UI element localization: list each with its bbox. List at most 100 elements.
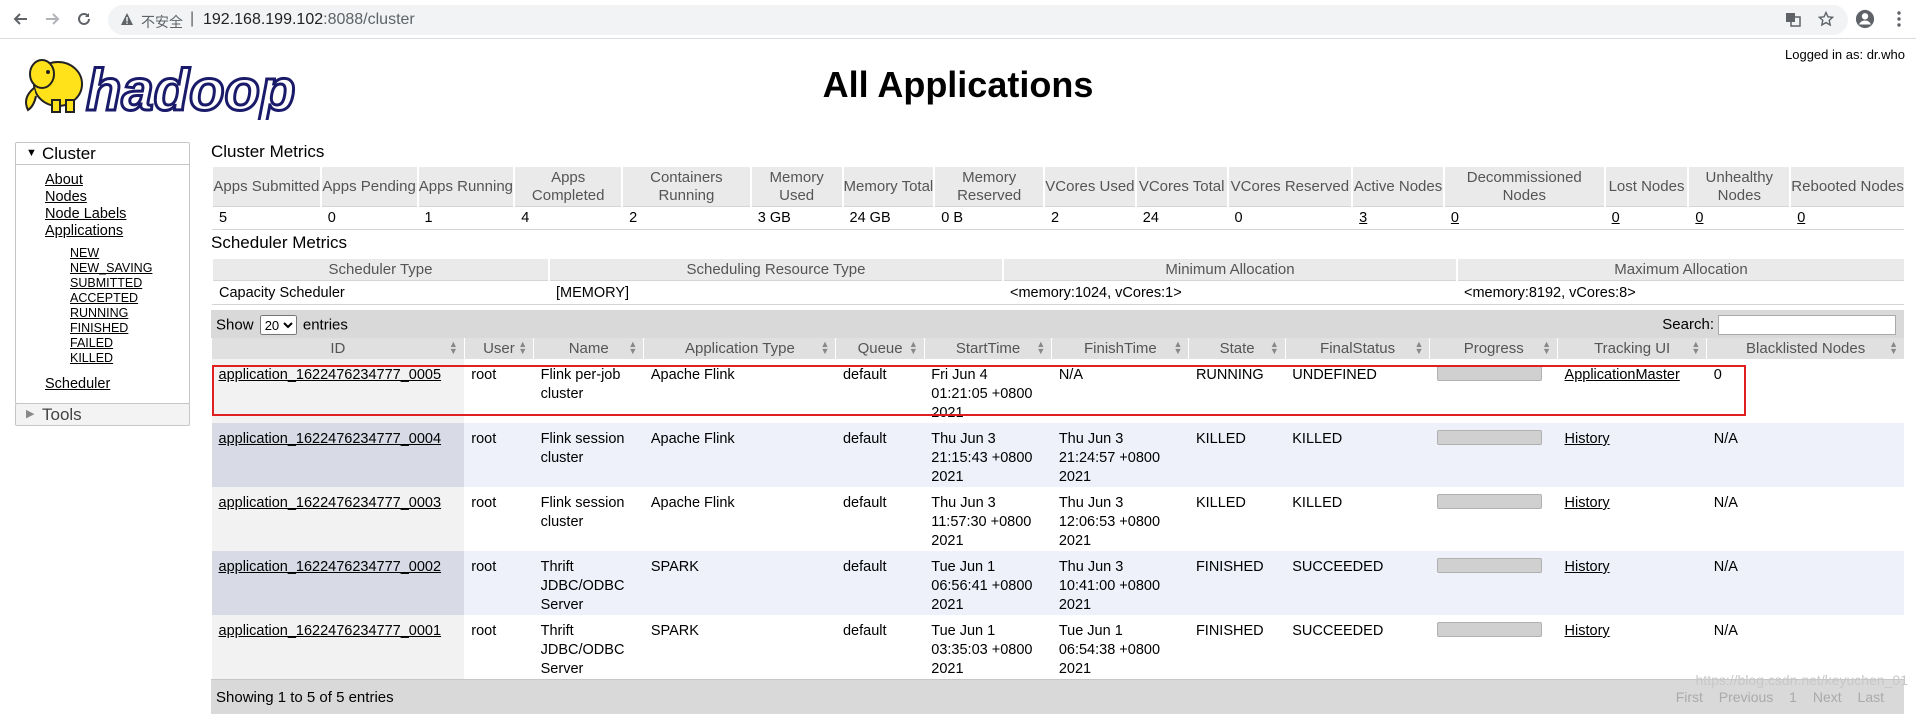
cell-state: KILLED	[1188, 423, 1286, 487]
sidebar-cluster-header[interactable]: ▼ Cluster	[16, 143, 189, 165]
translate-icon[interactable]	[1783, 9, 1803, 29]
app-id-link[interactable]: application_1622476234777_0001	[219, 623, 442, 639]
column-header[interactable]: Queue ▲ ▼	[835, 338, 925, 359]
metric-value-link[interactable]: 0	[1451, 210, 1459, 226]
menu-icon[interactable]	[1889, 9, 1909, 29]
column-header[interactable]: User ▲ ▼	[463, 338, 534, 359]
cell-type: Apache Flink	[643, 487, 836, 551]
star-icon[interactable]	[1816, 9, 1836, 29]
cell-start: Thu Jun 3 21:15:43 +0800 2021	[924, 423, 1052, 487]
cell-final: KILLED	[1285, 423, 1430, 487]
sort-icon[interactable]: ▲ ▼	[1691, 340, 1700, 356]
sidebar-link-scheduler[interactable]: Scheduler	[45, 376, 189, 393]
metric-value-link[interactable]: 0	[1695, 210, 1703, 226]
state-link-accepted[interactable]: ACCEPTED	[70, 291, 189, 306]
metric-value: 5	[212, 206, 321, 230]
column-header[interactable]: Blacklisted Nodes ▲ ▼	[1706, 338, 1904, 359]
pagination-previous[interactable]: Previous	[1719, 689, 1773, 705]
column-header[interactable]: Name ▲ ▼	[533, 338, 644, 359]
sort-icon[interactable]: ▲ ▼	[821, 340, 830, 356]
column-header[interactable]: FinalStatus ▲ ▼	[1284, 338, 1430, 359]
metric-header: Apps Running	[416, 167, 515, 207]
cell-final: SUCCEEDED	[1285, 551, 1430, 615]
cell-type: Apache Flink	[643, 423, 836, 487]
metric-header: VCores Reserved	[1226, 167, 1353, 207]
sort-icon[interactable]: ▲ ▼	[1414, 340, 1423, 356]
search-input[interactable]	[1718, 315, 1896, 335]
state-link-killed[interactable]: KILLED	[70, 351, 189, 366]
column-header[interactable]: StartTime ▲ ▼	[923, 338, 1052, 359]
column-header-label: StartTime	[955, 340, 1021, 357]
column-header[interactable]: Tracking UI ▲ ▼	[1557, 338, 1707, 359]
column-header[interactable]: FinishTime ▲ ▼	[1051, 338, 1189, 359]
address-bar[interactable]: 不安全 | 192.168.199.102:8088/cluster	[108, 5, 1848, 35]
cell-user: root	[464, 551, 534, 615]
apps-table-footer: Showing 1 to 5 of 5 entries First Previo…	[211, 679, 1904, 714]
state-link-running[interactable]: RUNNING	[70, 306, 189, 321]
metric-value-link[interactable]: 0	[1797, 210, 1805, 226]
state-link-submitted[interactable]: SUBMITTED	[70, 276, 189, 291]
sidebar-link-nodes[interactable]: Nodes	[45, 189, 189, 206]
forward-icon[interactable]	[42, 9, 62, 29]
sort-icon[interactable]: ▲ ▼	[1270, 340, 1279, 356]
url-text[interactable]: 192.168.199.102:8088/cluster	[203, 11, 415, 29]
sidebar-link-about[interactable]: About	[45, 172, 189, 189]
profile-icon[interactable]	[1855, 9, 1875, 29]
cell-finish: Thu Jun 3 21:24:57 +0800 2021	[1051, 423, 1189, 487]
column-header[interactable]: ID ▲ ▼	[211, 338, 465, 359]
metric-header: Memory Used	[749, 167, 843, 207]
sort-icon[interactable]: ▲ ▼	[1889, 340, 1898, 356]
column-header[interactable]: Progress ▲ ▼	[1429, 338, 1558, 359]
state-link-failed[interactable]: FAILED	[70, 336, 189, 351]
pagination-next[interactable]: Next	[1813, 689, 1842, 705]
apps-table-toolbar: Show 20 entries Search:	[211, 310, 1904, 338]
progress-bar	[1436, 430, 1542, 445]
sidebar-link-applications[interactable]: Applications	[45, 223, 189, 240]
cell-progress	[1429, 615, 1558, 679]
sidebar-tools-header[interactable]: ▶ Tools	[16, 404, 189, 425]
column-header[interactable]: State ▲ ▼	[1188, 338, 1286, 359]
state-link-finished[interactable]: FINISHED	[70, 321, 189, 336]
tracking-ui-link[interactable]: History	[1565, 559, 1610, 575]
sched-value-type: Capacity Scheduler	[212, 280, 549, 305]
tracking-ui-link[interactable]: History	[1565, 495, 1610, 511]
scheduler-metrics-title: Scheduler Metrics	[211, 233, 348, 252]
sort-icon[interactable]: ▲ ▼	[909, 340, 918, 356]
app-id-link[interactable]: application_1622476234777_0002	[219, 559, 442, 575]
state-link-new-saving[interactable]: NEW_SAVING	[70, 261, 189, 276]
pagination-first[interactable]: First	[1676, 689, 1703, 705]
app-id-link[interactable]: application_1622476234777_0003	[219, 495, 442, 511]
sort-icon[interactable]: ▲ ▼	[449, 340, 458, 356]
table-row: application_1622476234777_0002 root Thrift…	[211, 551, 1904, 615]
column-header[interactable]: Application Type ▲ ▼	[643, 338, 836, 359]
column-header-label: State	[1219, 340, 1255, 357]
sort-icon[interactable]: ▲ ▼	[518, 340, 527, 356]
metric-value-link[interactable]: 0	[1612, 210, 1620, 226]
cell-queue: default	[835, 551, 925, 615]
column-header-label: Application Type	[684, 340, 795, 357]
state-link-new[interactable]: NEW	[70, 246, 189, 261]
metric-value-link[interactable]: 3	[1359, 210, 1367, 226]
reload-icon[interactable]	[74, 9, 94, 29]
cell-user: root	[464, 423, 534, 487]
column-header-label: Name	[568, 340, 609, 357]
cell-state: FINISHED	[1188, 551, 1286, 615]
tracking-ui-link[interactable]: History	[1565, 431, 1610, 447]
cell-tracking: History	[1557, 487, 1707, 551]
sidebar-tools-panel[interactable]: ▶ Tools	[15, 403, 190, 426]
sort-icon[interactable]: ▲ ▼	[1174, 340, 1183, 356]
pagination-last[interactable]: Last	[1858, 689, 1884, 705]
app-id-link[interactable]: application_1622476234777_0004	[219, 431, 442, 447]
entries-label: entries	[302, 316, 348, 334]
entries-select[interactable]: 20	[259, 315, 297, 335]
tracking-ui-link[interactable]: History	[1565, 623, 1610, 639]
address-separator: |	[190, 10, 195, 27]
sort-icon[interactable]: ▲ ▼	[628, 340, 637, 356]
sort-icon[interactable]: ▲ ▼	[1036, 340, 1045, 356]
sort-icon[interactable]: ▲ ▼	[1542, 340, 1551, 356]
cell-start: Tue Jun 1 06:56:41 +0800 2021	[924, 551, 1052, 615]
back-icon[interactable]	[11, 9, 31, 29]
pagination-page-1[interactable]: 1	[1789, 689, 1797, 705]
sidebar-cluster-panel: ▼ Cluster About Nodes Node Labels Applic…	[15, 142, 190, 404]
sidebar-link-node-labels[interactable]: Node Labels	[45, 206, 189, 223]
